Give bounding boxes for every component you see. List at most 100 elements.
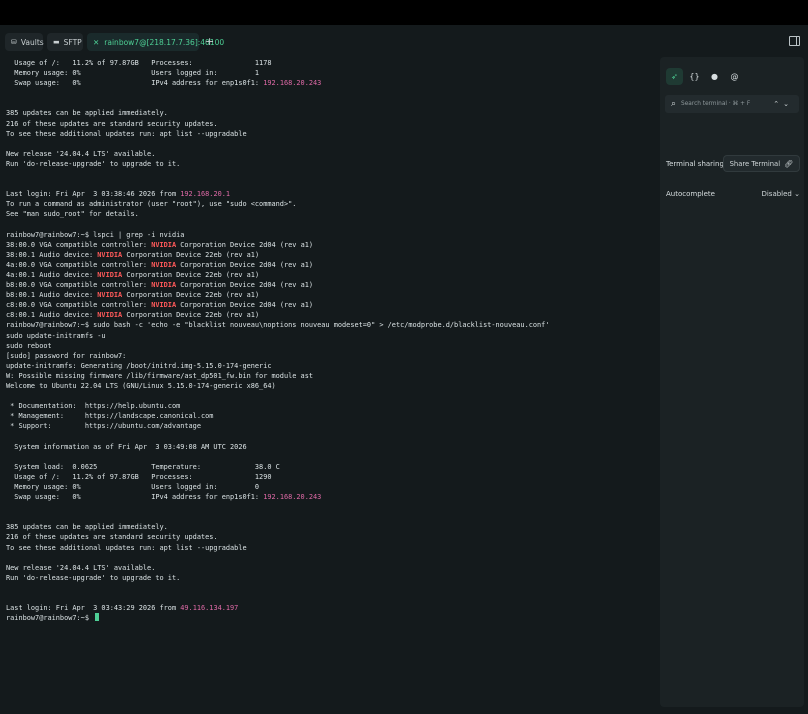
autocomplete-dropdown[interactable]: Disabled ⌄ xyxy=(761,190,800,198)
terminal-text: Run 'do-release-upgrade' to upgrade to i… xyxy=(6,573,181,582)
tab-active-session[interactable]: ✕ rainbow7@[218.17.7.36]:40100 xyxy=(87,33,224,51)
tab-sftp-label: SFTP xyxy=(63,37,82,47)
terminal-line: sudo update-initramfs -u xyxy=(6,331,656,341)
nvidia-highlight: NVIDIA xyxy=(151,281,177,290)
terminal-text: * Management: https://landscape.canonica… xyxy=(6,412,214,421)
tab-vaults[interactable]: ⛁ Vaults xyxy=(5,33,44,51)
terminal-line: Welcome to Ubuntu 22.04 LTS (GNU/Linux 5… xyxy=(6,381,656,391)
terminal-text: Run 'do-release-upgrade' to upgrade to i… xyxy=(6,159,181,168)
terminal-text: Swap usage: 0% IPv4 address for enp1s0f1… xyxy=(6,79,264,88)
terminal-text: 38:00.1 Audio device: xyxy=(6,250,98,259)
chevron-down-icon: ⌄ xyxy=(794,190,800,198)
autocomplete-value: Disabled xyxy=(761,190,792,198)
link-icon: 🔗︎ xyxy=(784,159,793,168)
terminal-text: Corporation Device 22eb (rev a1) xyxy=(122,291,260,300)
terminal-text: 385 updates can be applied immediately. xyxy=(6,109,168,118)
folder-icon: ▬ xyxy=(53,38,60,46)
ip-address: 192.168.20.1 xyxy=(180,190,231,199)
terminal-line: Run 'do-release-upgrade' to upgrade to i… xyxy=(6,573,656,583)
terminal-text: Corporation Device 2d04 (rev a1) xyxy=(176,260,314,269)
terminal-text: Corporation Device 2d04 (rev a1) xyxy=(176,301,314,310)
new-tab-button[interactable]: + xyxy=(205,33,214,51)
terminal-line: Memory usage: 0% Users logged in: 1 xyxy=(6,68,656,78)
search-terminal-input[interactable]: ⌕ Search terminal · ⌘ + F ⌃⌄ xyxy=(665,95,799,113)
share-terminal-label: Share Terminal xyxy=(729,159,781,168)
terminal-line: rainbow7@rainbow7:~$ sudo bash -c 'echo … xyxy=(6,320,656,330)
terminal-text: 4a:00.1 Audio device: xyxy=(6,270,98,279)
terminal-line: Swap usage: 0% IPv4 address for enp1s0f1… xyxy=(6,78,656,88)
terminal-line: 38:00.1 Audio device: NVIDIA Corporation… xyxy=(6,250,656,260)
terminal-line: System load: 0.0625 Temperature: 38.0 C xyxy=(6,462,656,472)
terminal-line: c8:00.1 Audio device: NVIDIA Corporation… xyxy=(6,310,656,320)
terminal-text: 216 of these updates are standard securi… xyxy=(6,533,218,542)
terminal-text: [sudo] password for rainbow7: xyxy=(6,351,127,360)
terminal-line: 38:00.0 VGA compatible controller: NVIDI… xyxy=(6,240,656,250)
close-tab-icon[interactable]: ✕ xyxy=(93,38,99,47)
terminal-text: Memory usage: 0% Users logged in: 1 xyxy=(6,69,260,78)
terminal-text: rainbow7@rainbow7:~$ xyxy=(6,614,94,623)
terminal-line: rainbow7@rainbow7:~$ lspci | grep -i nvi… xyxy=(6,230,656,240)
terminal-text: Corporation Device 22eb (rev a1) xyxy=(122,270,260,279)
terminal-line: New release '24.04.4 LTS' available. xyxy=(6,563,656,573)
code-braces-icon[interactable]: {} xyxy=(686,68,703,85)
terminal-line: 4a:00.0 VGA compatible controller: NVIDI… xyxy=(6,260,656,270)
autocomplete-label: Autocomplete xyxy=(666,190,715,198)
nvidia-highlight: NVIDIA xyxy=(97,270,123,279)
terminal-text: Corporation Device 2d04 (rev a1) xyxy=(176,281,314,290)
ip-address: 192.168.20.243 xyxy=(263,79,322,88)
terminal-text: W: Possible missing firmware /lib/firmwa… xyxy=(6,371,313,380)
search-nav-arrows-icon[interactable]: ⌃⌄ xyxy=(773,95,793,113)
terminal-text: System load: 0.0625 Temperature: 38.0 C xyxy=(6,462,280,471)
sidebar-toggle-icon[interactable] xyxy=(789,36,800,46)
vault-icon: ⛁ xyxy=(11,38,17,46)
right-sidebar: ➶ {} ● @ ⌕ Search terminal · ⌘ + F ⌃⌄ Te… xyxy=(660,57,804,707)
terminal-text: To run a command as administrator (user … xyxy=(6,200,297,209)
terminal-line: Usage of /: 11.2% of 97.87GB Processes: … xyxy=(6,58,656,68)
terminal-line: [sudo] password for rainbow7: xyxy=(6,351,656,361)
terminal-text: New release '24.04.4 LTS' available. xyxy=(6,563,156,572)
terminal-line: See "man sudo_root" for details. xyxy=(6,209,656,219)
terminal-line: c8:00.0 VGA compatible controller: NVIDI… xyxy=(6,300,656,310)
terminal-text: System information as of Fri Apr 3 03:49… xyxy=(6,442,247,451)
terminal-text: Welcome to Ubuntu 22.04 LTS (GNU/Linux 5… xyxy=(6,382,276,390)
terminal-line: 385 updates can be applied immediately. xyxy=(6,522,656,532)
terminal-line: System information as of Fri Apr 3 03:49… xyxy=(6,442,656,452)
navigate-icon[interactable]: ➶ xyxy=(666,67,683,85)
terminal-sharing-label: Terminal sharing xyxy=(666,160,724,168)
window-top-bar xyxy=(0,0,808,25)
terminal-text: See "man sudo_root" for details. xyxy=(6,210,139,219)
at-sign-icon[interactable]: @ xyxy=(726,68,743,85)
terminal-text: rainbow7@rainbow7:~$ lspci | grep -i nvi… xyxy=(6,230,185,239)
nvidia-highlight: NVIDIA xyxy=(151,301,177,310)
terminal-line: Usage of /: 11.2% of 97.87GB Processes: … xyxy=(6,472,656,482)
terminal-line: * Documentation: https://help.ubuntu.com xyxy=(6,401,656,411)
terminal-line: 216 of these updates are standard securi… xyxy=(6,532,656,542)
share-terminal-button[interactable]: Share Terminal 🔗︎ xyxy=(722,155,800,172)
terminal-text: To see these additional updates run: apt… xyxy=(6,129,247,138)
terminal-text: 216 of these updates are standard securi… xyxy=(6,119,218,128)
terminal-text: Corporation Device 22eb (rev a1) xyxy=(122,311,260,320)
tab-vaults-label: Vaults xyxy=(20,37,44,47)
palette-icon[interactable]: ● xyxy=(706,68,723,85)
terminal-text: To see these additional updates run: apt… xyxy=(6,543,247,552)
nvidia-highlight: NVIDIA xyxy=(97,291,123,300)
terminal-text: * Support: https://ubuntu.com/advantage xyxy=(6,422,201,431)
terminal-line: sudo reboot xyxy=(6,341,656,351)
nvidia-highlight: NVIDIA xyxy=(97,250,123,259)
search-placeholder: Search terminal · ⌘ + F xyxy=(681,101,751,107)
terminal-text: Last login: Fri Apr 3 03:38:46 2026 from xyxy=(6,190,181,199)
terminal-text: c8:00.1 Audio device: xyxy=(6,311,98,320)
terminal-text: b8:00.1 Audio device: xyxy=(6,291,98,300)
tab-sftp[interactable]: ▬ SFTP xyxy=(47,33,83,51)
terminal-output[interactable]: Usage of /: 11.2% of 97.87GB Processes: … xyxy=(6,58,656,714)
terminal-line: To see these additional updates run: apt… xyxy=(6,129,656,139)
terminal-line: New release '24.04.4 LTS' available. xyxy=(6,149,656,159)
terminal-line: update-initramfs: Generating /boot/initr… xyxy=(6,361,656,371)
